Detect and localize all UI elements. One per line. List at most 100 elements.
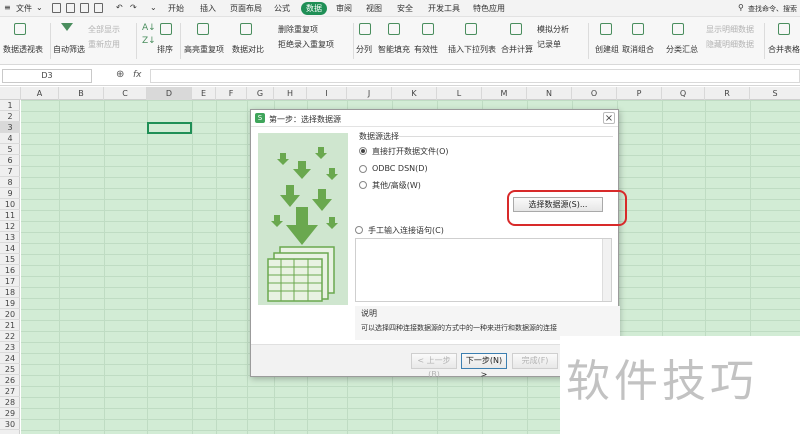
column-header-j[interactable]: J: [347, 87, 392, 100]
column-header-d[interactable]: D: [147, 87, 192, 100]
redo-icon[interactable]: ↷: [130, 3, 137, 12]
scrollbar[interactable]: [602, 239, 611, 301]
row-header-23[interactable]: 23: [0, 342, 20, 353]
dialog-title-bar[interactable]: S 第一步：选择数据源 ×: [251, 110, 618, 127]
consolidate-button[interactable]: 合并计算: [501, 44, 533, 55]
ungroup-button[interactable]: 取消组合: [622, 44, 654, 55]
sort-asc-icon[interactable]: A↓: [142, 23, 156, 33]
reapply-button[interactable]: 重新应用: [88, 39, 120, 50]
tab-review[interactable]: 审阅: [336, 3, 352, 14]
row-header-26[interactable]: 26: [0, 375, 20, 386]
auto-filter-button[interactable]: 自动筛选: [53, 44, 85, 55]
row-header-4[interactable]: 4: [0, 133, 20, 144]
column-header-n[interactable]: N: [527, 87, 572, 100]
formula-input[interactable]: [150, 69, 800, 83]
tab-view[interactable]: 视图: [366, 3, 382, 14]
smart-fill-button[interactable]: 智能填充: [378, 44, 410, 55]
row-header-11[interactable]: 11: [0, 210, 20, 221]
radio-odbc-label[interactable]: ODBC DSN(D): [372, 164, 428, 173]
radio-manual-connection-label[interactable]: 手工输入连接语句(C): [368, 225, 444, 236]
column-header-m[interactable]: M: [482, 87, 527, 100]
row-header-15[interactable]: 15: [0, 254, 20, 265]
tab-developer[interactable]: 开发工具: [428, 3, 460, 14]
fx-icon[interactable]: fx: [133, 70, 142, 80]
what-if-analysis-button[interactable]: 模拟分析: [537, 24, 569, 35]
row-header-27[interactable]: 27: [0, 386, 20, 397]
row-header-9[interactable]: 9: [0, 188, 20, 199]
row-header-12[interactable]: 12: [0, 221, 20, 232]
merge-tables-button[interactable]: 合并表格: [768, 44, 800, 55]
close-icon[interactable]: ×: [603, 112, 615, 124]
row-header-20[interactable]: 20: [0, 309, 20, 320]
column-header-h[interactable]: H: [274, 87, 307, 100]
row-header-2[interactable]: 2: [0, 111, 20, 122]
record-form-button[interactable]: 记录单: [537, 39, 561, 50]
row-header-8[interactable]: 8: [0, 177, 20, 188]
row-header-19[interactable]: 19: [0, 298, 20, 309]
search-command-box[interactable]: 查找命令、搜索: [748, 4, 797, 14]
tab-start[interactable]: 开始: [168, 3, 184, 14]
column-header-b[interactable]: B: [59, 87, 104, 100]
save-icon[interactable]: [52, 3, 61, 13]
print-preview-icon[interactable]: [80, 3, 89, 13]
pivot-table-button[interactable]: 数据透视表: [3, 44, 43, 55]
column-header-k[interactable]: K: [392, 87, 437, 100]
sort-desc-icon[interactable]: Z↓: [142, 36, 156, 46]
column-header-g[interactable]: G: [247, 87, 274, 100]
row-header-24[interactable]: 24: [0, 353, 20, 364]
tab-special[interactable]: 特色应用: [473, 3, 505, 14]
chevron-down-icon[interactable]: ⌄: [36, 3, 43, 12]
column-header-e[interactable]: E: [192, 87, 216, 100]
row-header-6[interactable]: 6: [0, 155, 20, 166]
file-menu[interactable]: 文件: [16, 3, 32, 14]
row-header-25[interactable]: 25: [0, 364, 20, 375]
select-all-corner[interactable]: [0, 87, 21, 100]
show-detail-button[interactable]: 显示明细数据: [706, 24, 754, 35]
column-header-q[interactable]: Q: [662, 87, 705, 100]
row-header-5[interactable]: 5: [0, 144, 20, 155]
radio-odbc[interactable]: [359, 165, 367, 173]
row-header-10[interactable]: 10: [0, 199, 20, 210]
column-header-o[interactable]: O: [572, 87, 617, 100]
row-header-1[interactable]: 1: [0, 100, 20, 111]
tab-data[interactable]: 数据: [301, 2, 327, 15]
remove-duplicates-button[interactable]: 删除重复项: [278, 24, 318, 35]
data-compare-button[interactable]: 数据对比: [232, 44, 264, 55]
radio-direct-open-label[interactable]: 直接打开数据文件(O): [372, 146, 449, 157]
column-header-c[interactable]: C: [104, 87, 147, 100]
undo-icon[interactable]: ↶: [116, 3, 123, 12]
subtotal-button[interactable]: 分类汇总: [666, 44, 698, 55]
reject-duplicates-button[interactable]: 拒绝录入重复项: [278, 39, 334, 50]
row-header-22[interactable]: 22: [0, 331, 20, 342]
radio-direct-open[interactable]: [359, 147, 367, 155]
tab-insert[interactable]: 插入: [200, 3, 216, 14]
column-header-p[interactable]: P: [617, 87, 662, 100]
tab-formula[interactable]: 公式: [274, 3, 290, 14]
app-menu-icon[interactable]: ≡: [4, 3, 11, 12]
insert-dropdown-button[interactable]: 插入下拉列表: [448, 44, 496, 55]
row-header-14[interactable]: 14: [0, 243, 20, 254]
hide-detail-button[interactable]: 隐藏明细数据: [706, 39, 754, 50]
row-header-7[interactable]: 7: [0, 166, 20, 177]
column-header-i[interactable]: I: [307, 87, 347, 100]
column-header-f[interactable]: F: [216, 87, 247, 100]
column-header-l[interactable]: L: [437, 87, 482, 100]
highlight-duplicates-button[interactable]: 高亮重复项: [184, 44, 224, 55]
validity-button[interactable]: 有效性: [414, 44, 438, 55]
column-header-s[interactable]: S: [750, 87, 800, 100]
column-header-a[interactable]: A: [21, 87, 59, 100]
name-box[interactable]: D3: [2, 69, 92, 83]
row-header-16[interactable]: 16: [0, 265, 20, 276]
connection-string-input[interactable]: [355, 238, 612, 302]
sort-button[interactable]: 排序: [157, 44, 173, 55]
show-all-button[interactable]: 全部显示: [88, 24, 120, 35]
next-button[interactable]: 下一步(N) >: [461, 353, 507, 379]
row-header-13[interactable]: 13: [0, 232, 20, 243]
radio-other[interactable]: [359, 181, 367, 189]
selected-cell[interactable]: [147, 122, 192, 134]
column-header-r[interactable]: R: [705, 87, 750, 100]
row-header-30[interactable]: 30: [0, 419, 20, 430]
radio-other-label[interactable]: 其他/高级(W): [372, 180, 421, 191]
tab-security[interactable]: 安全: [397, 3, 413, 14]
search-icon[interactable]: ⚲: [738, 3, 744, 12]
